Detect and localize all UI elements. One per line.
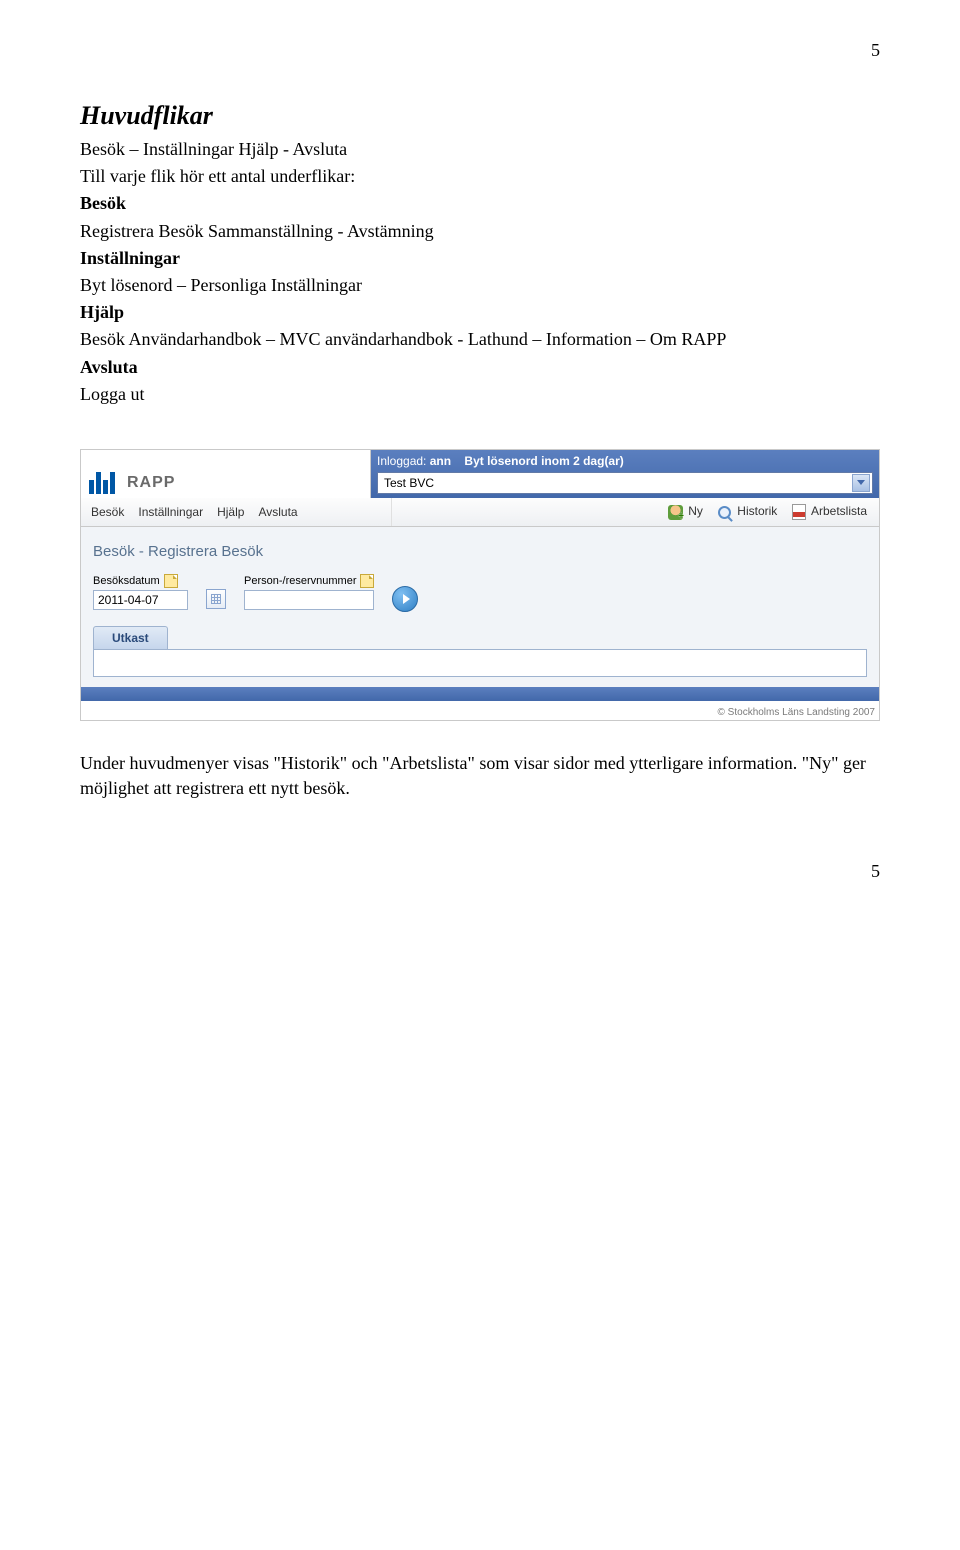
panel-title: Besök - Registrera Besök bbox=[93, 543, 867, 560]
note-icon bbox=[360, 574, 374, 588]
logo-icon bbox=[89, 472, 115, 494]
menu-hjalp[interactable]: Hjälp bbox=[217, 505, 244, 519]
group-avsluta-body: Logga ut bbox=[80, 382, 880, 407]
page-number-bottom: 5 bbox=[80, 861, 880, 882]
page-number-top: 5 bbox=[80, 40, 880, 61]
app-menubar: Besök Inställningar Hjälp Avsluta Ny His… bbox=[81, 498, 879, 527]
subhead-line: Till varje flik hör ett antal underflika… bbox=[80, 164, 880, 189]
form-row: Besöksdatum Person-/reservnummer bbox=[93, 574, 867, 610]
action-arbetslista[interactable]: Arbetslista bbox=[791, 504, 867, 519]
action-historik[interactable]: Historik bbox=[717, 504, 777, 519]
action-ny[interactable]: Ny bbox=[668, 504, 703, 519]
paragraph-after: Under huvudmenyer visas "Historik" och "… bbox=[80, 751, 880, 801]
menu-installningar[interactable]: Inställningar bbox=[138, 505, 203, 519]
action-ny-label: Ny bbox=[688, 504, 703, 518]
login-user: ann bbox=[430, 454, 451, 468]
magnifier-icon bbox=[717, 505, 732, 520]
menu-avsluta[interactable]: Avsluta bbox=[258, 505, 297, 519]
group-besok-label: Besök bbox=[80, 191, 880, 216]
menu-besok[interactable]: Besök bbox=[91, 505, 124, 519]
logo-area: RAPP bbox=[81, 450, 371, 498]
login-warning: Byt lösenord inom 2 dag(ar) bbox=[464, 454, 623, 468]
pnr-input[interactable] bbox=[244, 590, 374, 610]
group-installningar-body: Byt lösenord – Personliga Inställningar bbox=[80, 273, 880, 298]
login-line: Inloggad: ann Byt lösenord inom 2 dag(ar… bbox=[377, 454, 873, 468]
unit-select-value: Test BVC bbox=[384, 476, 434, 490]
group-installningar-label: Inställningar bbox=[80, 246, 880, 271]
pdf-icon bbox=[791, 505, 806, 520]
action-historik-label: Historik bbox=[737, 504, 777, 518]
subtab-utkast[interactable]: Utkast bbox=[93, 626, 168, 649]
note-icon bbox=[164, 574, 178, 588]
field-date: Besöksdatum bbox=[93, 574, 188, 610]
subtab-body bbox=[93, 650, 867, 677]
app-screenshot: RAPP Inloggad: ann Byt lösenord inom 2 d… bbox=[80, 449, 880, 721]
subtabs: Utkast bbox=[93, 626, 867, 650]
calendar-icon[interactable] bbox=[206, 589, 226, 609]
logo-text: RAPP bbox=[127, 474, 175, 492]
date-input[interactable] bbox=[93, 590, 188, 610]
app-topbar: RAPP Inloggad: ann Byt lösenord inom 2 d… bbox=[81, 450, 879, 498]
person-add-icon bbox=[668, 505, 683, 520]
field-pnr-label: Person-/reservnummer bbox=[244, 575, 356, 587]
intro-line: Besök – Inställningar Hjälp - Avsluta bbox=[80, 137, 880, 162]
arrow-right-icon bbox=[403, 594, 410, 604]
group-hjalp-body: Besök Användarhandbok – MVC användarhand… bbox=[80, 327, 880, 352]
unit-select[interactable]: Test BVC bbox=[377, 472, 873, 494]
section-title: Huvudflikar bbox=[80, 101, 880, 131]
login-label: Inloggad: bbox=[377, 454, 426, 468]
app-content: Besök - Registrera Besök Besöksdatum Per… bbox=[81, 527, 879, 687]
group-hjalp-label: Hjälp bbox=[80, 300, 880, 325]
group-avsluta-label: Avsluta bbox=[80, 355, 880, 380]
app-footerbar bbox=[81, 687, 879, 701]
field-date-label: Besöksdatum bbox=[93, 575, 160, 587]
go-button[interactable] bbox=[392, 586, 418, 612]
chevron-down-icon bbox=[852, 474, 870, 492]
group-besok-body: Registrera Besök Sammanställning - Avstä… bbox=[80, 219, 880, 244]
field-pnr: Person-/reservnummer bbox=[244, 574, 374, 610]
action-arbetslista-label: Arbetslista bbox=[811, 504, 867, 518]
copyright: © Stockholms Läns Landsting 2007 bbox=[81, 701, 879, 720]
